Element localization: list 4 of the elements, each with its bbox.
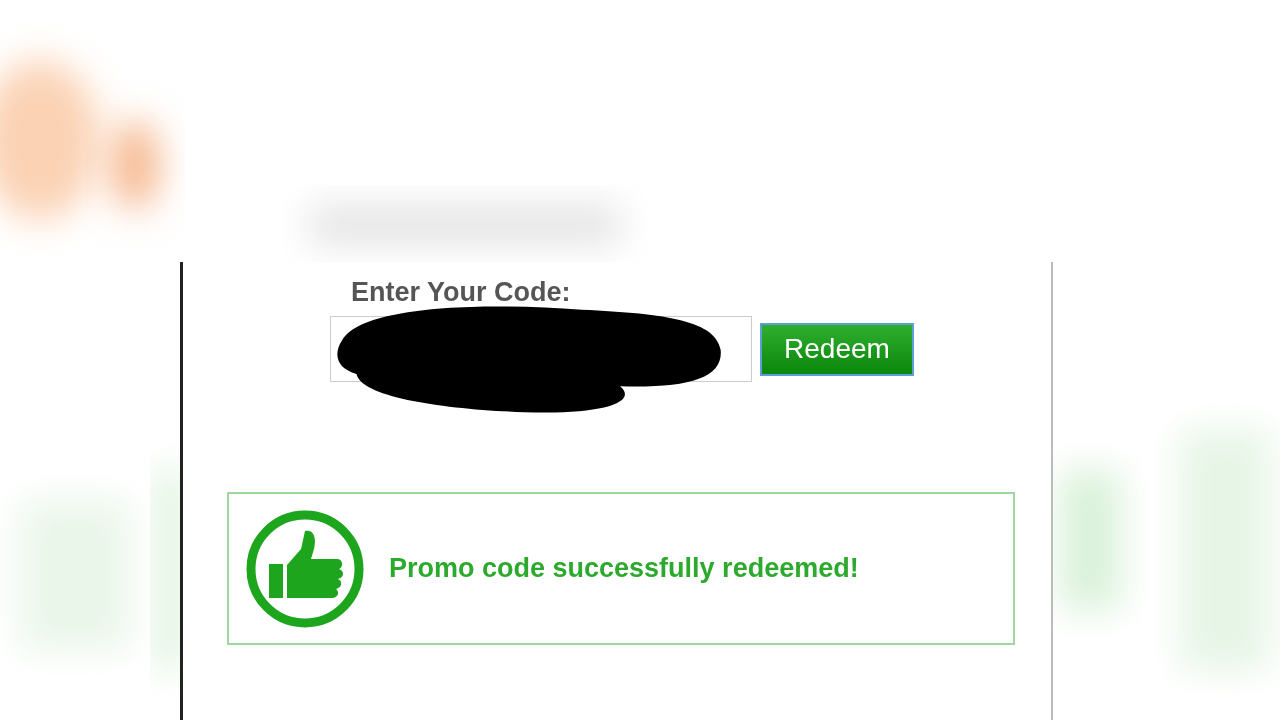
redeem-button[interactable]: Redeem [760, 322, 914, 376]
thumbs-up-icon [245, 508, 365, 629]
code-label: Enter Your Code: [351, 276, 572, 308]
success-message: Promo code successfully redeemed! [389, 553, 859, 584]
